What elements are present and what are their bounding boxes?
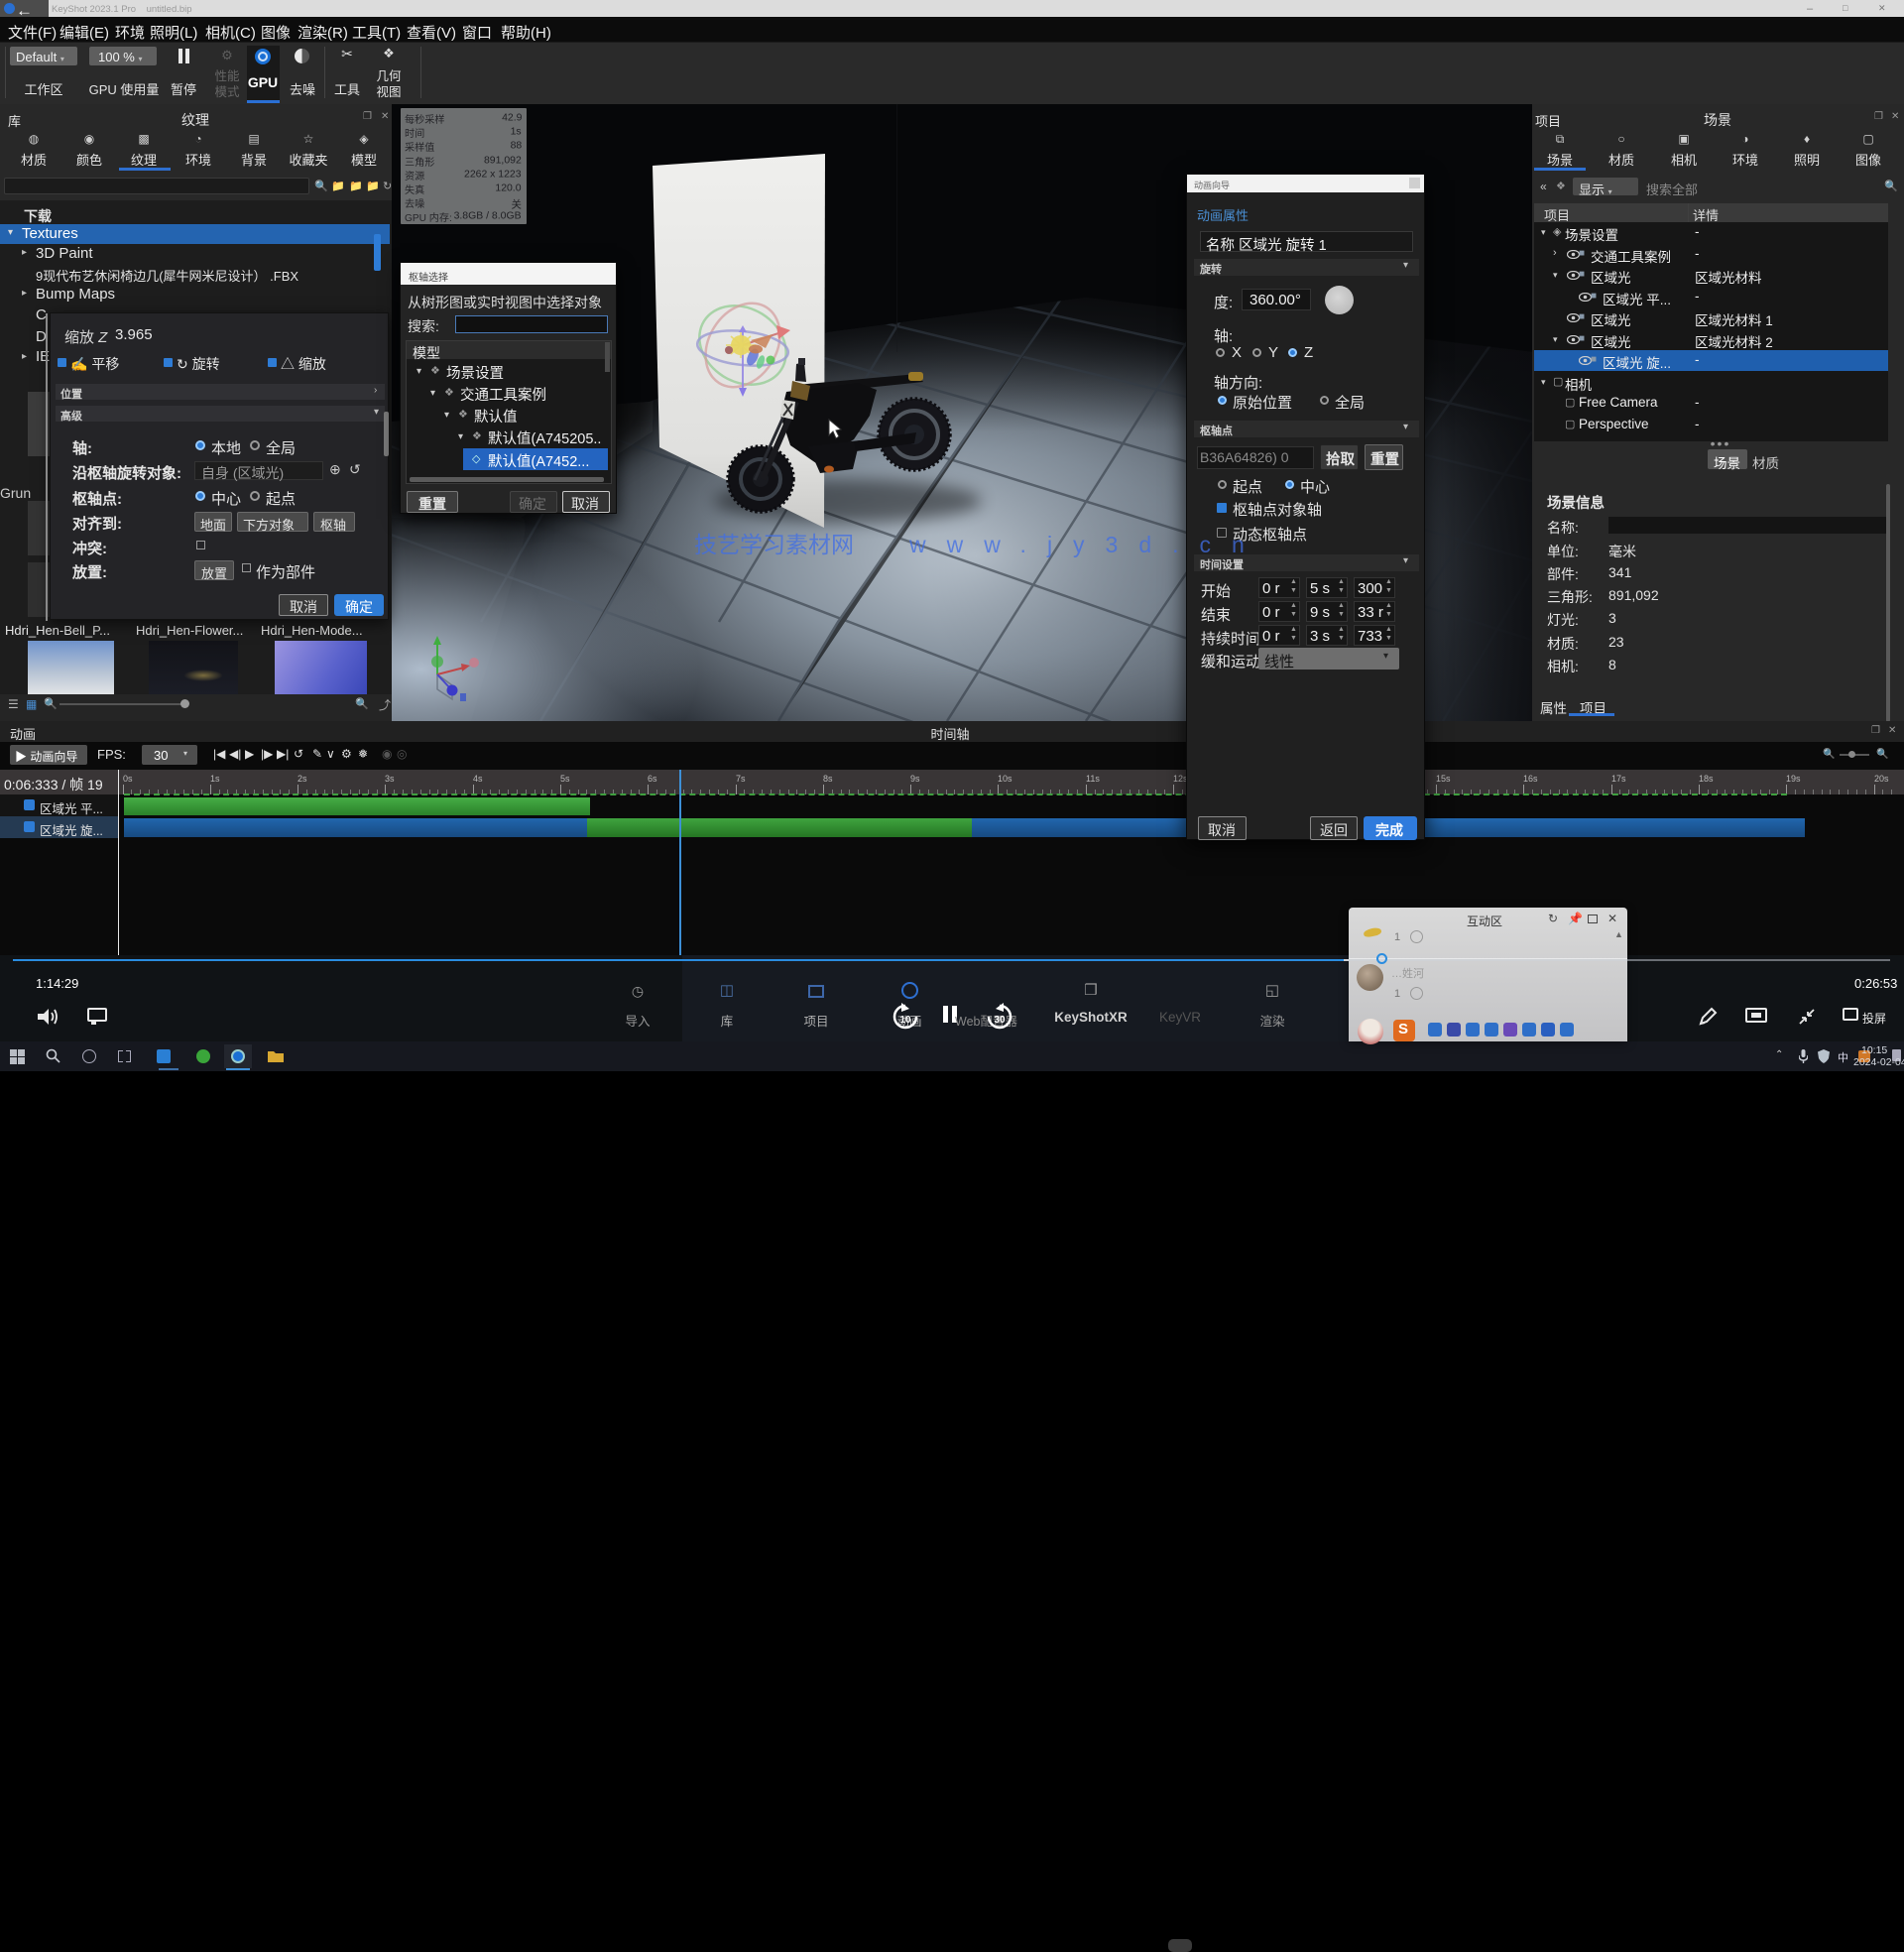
svg-text:30: 30 bbox=[994, 1015, 1006, 1026]
svg-text:10: 10 bbox=[899, 1015, 911, 1026]
